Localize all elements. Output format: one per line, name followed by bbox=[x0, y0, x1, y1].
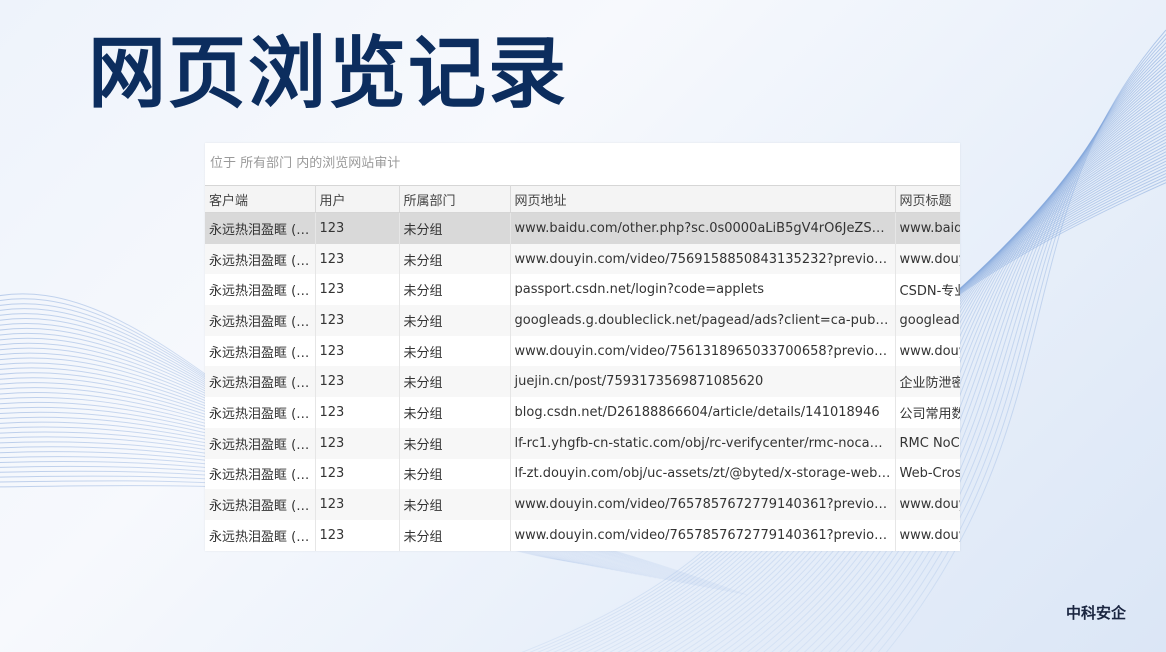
department-cell: 未分组 bbox=[399, 305, 511, 336]
table-row[interactable]: 永远热泪盈眶 (1... 123 未分组 passport.csdn.net/logi… bbox=[205, 274, 960, 306]
user-cell: 123 bbox=[315, 489, 400, 520]
url-cell: lf-rc1.yhgfb-cn-static.com/obj/rc-verify… bbox=[510, 427, 896, 459]
table-row[interactable]: 永远热泪盈眶 (1... 123 未分组 www.baidu.com/other.ph… bbox=[205, 212, 960, 244]
panel-caption: 位于 所有部门 内的浏览网站审计 bbox=[210, 156, 401, 171]
url-cell: www.baidu.com/other.php?sc.0s0000aLiB5gV… bbox=[510, 212, 896, 244]
client-cell: 永远热泪盈眶 (1... bbox=[205, 274, 316, 306]
browsing-record-table: 客户端 用户 所属部门 网页地址 网页标题 永远热泪盈眶 (1... 123 未分组… bbox=[205, 185, 960, 551]
user-cell: 123 bbox=[315, 519, 400, 551]
client-cell: 永远热泪盈眶 (1... bbox=[205, 243, 316, 275]
client-cell: 永远热泪盈眶 (1... bbox=[205, 489, 316, 520]
client-cell: 永远热泪盈眶 (1... bbox=[205, 366, 316, 398]
table-row[interactable]: 永远热泪盈眶 (1... 123 未分组 www.douyin.com/video/7… bbox=[205, 243, 960, 275]
page-title-cell: 企业防泄密 bbox=[895, 366, 960, 398]
user-cell: 123 bbox=[315, 427, 400, 459]
page-title-cell: www.douy bbox=[895, 335, 960, 367]
page-title-cell: www.douy bbox=[895, 489, 960, 520]
page-title-cell: RMC NoC bbox=[895, 427, 960, 459]
column-header-url[interactable]: 网页地址 bbox=[510, 185, 896, 213]
client-cell: 永远热泪盈眶 (1... bbox=[205, 519, 316, 551]
url-cell: lf-zt.douyin.com/obj/uc-assets/zt/@byted… bbox=[510, 458, 896, 490]
department-cell: 未分组 bbox=[399, 335, 511, 367]
table-header-row: 客户端 用户 所属部门 网页地址 网页标题 bbox=[205, 185, 960, 213]
table-row[interactable]: 永远热泪盈眶 (1... 123 未分组 juejin.cn/post/7593173… bbox=[205, 366, 960, 398]
url-cell: passport.csdn.net/login?code=applets bbox=[510, 274, 896, 306]
client-cell: 永远热泪盈眶 (1... bbox=[205, 335, 316, 367]
user-cell: 123 bbox=[315, 212, 400, 244]
page-title-cell: www.douy bbox=[895, 519, 960, 551]
url-cell: juejin.cn/post/7593173569871085620 bbox=[510, 366, 896, 398]
department-cell: 未分组 bbox=[399, 212, 511, 244]
user-cell: 123 bbox=[315, 397, 400, 428]
user-cell: 123 bbox=[315, 274, 400, 306]
table-row[interactable]: 永远热泪盈眶 (1... 123 未分组 www.douyin.com/video/7… bbox=[205, 519, 960, 551]
url-cell: www.douyin.com/video/7657857672779140361… bbox=[510, 519, 896, 551]
table-row[interactable]: 永远热泪盈眶 (1... 123 未分组 blog.csdn.net/D2618886… bbox=[205, 397, 960, 428]
user-cell: 123 bbox=[315, 243, 400, 275]
slide-title: 网页浏览记录 bbox=[88, 29, 569, 119]
page-title-cell: Web-Cros bbox=[895, 458, 960, 490]
user-cell: 123 bbox=[315, 335, 400, 367]
table-row[interactable]: 永远热泪盈眶 (1... 123 未分组 www.douyin.com/video/7… bbox=[205, 489, 960, 520]
department-cell: 未分组 bbox=[399, 458, 511, 490]
client-cell: 永远热泪盈眶 (1... bbox=[205, 305, 316, 336]
department-cell: 未分组 bbox=[399, 427, 511, 459]
url-cell: www.douyin.com/video/7569158850843135232… bbox=[510, 243, 896, 275]
browsing-audit-panel: 位于 所有部门 内的浏览网站审计 客户端 用户 所属部门 网页地址 网页标题 永… bbox=[205, 143, 960, 551]
department-cell: 未分组 bbox=[399, 489, 511, 520]
user-cell: 123 bbox=[315, 305, 400, 336]
page-title-cell: www.douy bbox=[895, 243, 960, 275]
page-title-cell: CSDN-专业 bbox=[895, 274, 960, 306]
url-cell: www.douyin.com/video/7561318965033700658… bbox=[510, 335, 896, 367]
page-title-cell: googlead bbox=[895, 305, 960, 336]
department-cell: 未分组 bbox=[399, 274, 511, 306]
table-row[interactable]: 永远热泪盈眶 (1... 123 未分组 lf-zt.douyin.com/obj/u… bbox=[205, 458, 960, 490]
user-cell: 123 bbox=[315, 458, 400, 490]
url-cell: blog.csdn.net/D26188866604/article/detai… bbox=[510, 397, 896, 428]
column-header-department[interactable]: 所属部门 bbox=[399, 185, 511, 213]
url-cell: googleads.g.doubleclick.net/pagead/ads?c… bbox=[510, 305, 896, 336]
page-title-cell: 公司常用数 bbox=[895, 397, 960, 428]
url-cell: www.douyin.com/video/7657857672779140361… bbox=[510, 489, 896, 520]
department-cell: 未分组 bbox=[399, 397, 511, 428]
department-cell: 未分组 bbox=[399, 243, 511, 275]
client-cell: 永远热泪盈眶 (1... bbox=[205, 212, 316, 244]
user-cell: 123 bbox=[315, 366, 400, 398]
page-title-cell: www.baidu bbox=[895, 212, 960, 244]
client-cell: 永远热泪盈眶 (1... bbox=[205, 458, 316, 490]
column-header-client[interactable]: 客户端 bbox=[205, 185, 316, 213]
column-header-user[interactable]: 用户 bbox=[315, 185, 400, 213]
department-cell: 未分组 bbox=[399, 519, 511, 551]
table-row[interactable]: 永远热泪盈眶 (1... 123 未分组 www.douyin.com/video/7… bbox=[205, 335, 960, 367]
client-cell: 永远热泪盈眶 (1... bbox=[205, 397, 316, 428]
table-row[interactable]: 永远热泪盈眶 (1... 123 未分组 lf-rc1.yhgfb-cn-static… bbox=[205, 427, 960, 459]
client-cell: 永远热泪盈眶 (1... bbox=[205, 427, 316, 459]
department-cell: 未分组 bbox=[399, 366, 511, 398]
table-row[interactable]: 永远热泪盈眶 (1... 123 未分组 googleads.g.doubleclic… bbox=[205, 305, 960, 336]
column-header-page-title[interactable]: 网页标题 bbox=[895, 185, 960, 213]
brand-logo-text: 中科安企 bbox=[1065, 604, 1126, 622]
